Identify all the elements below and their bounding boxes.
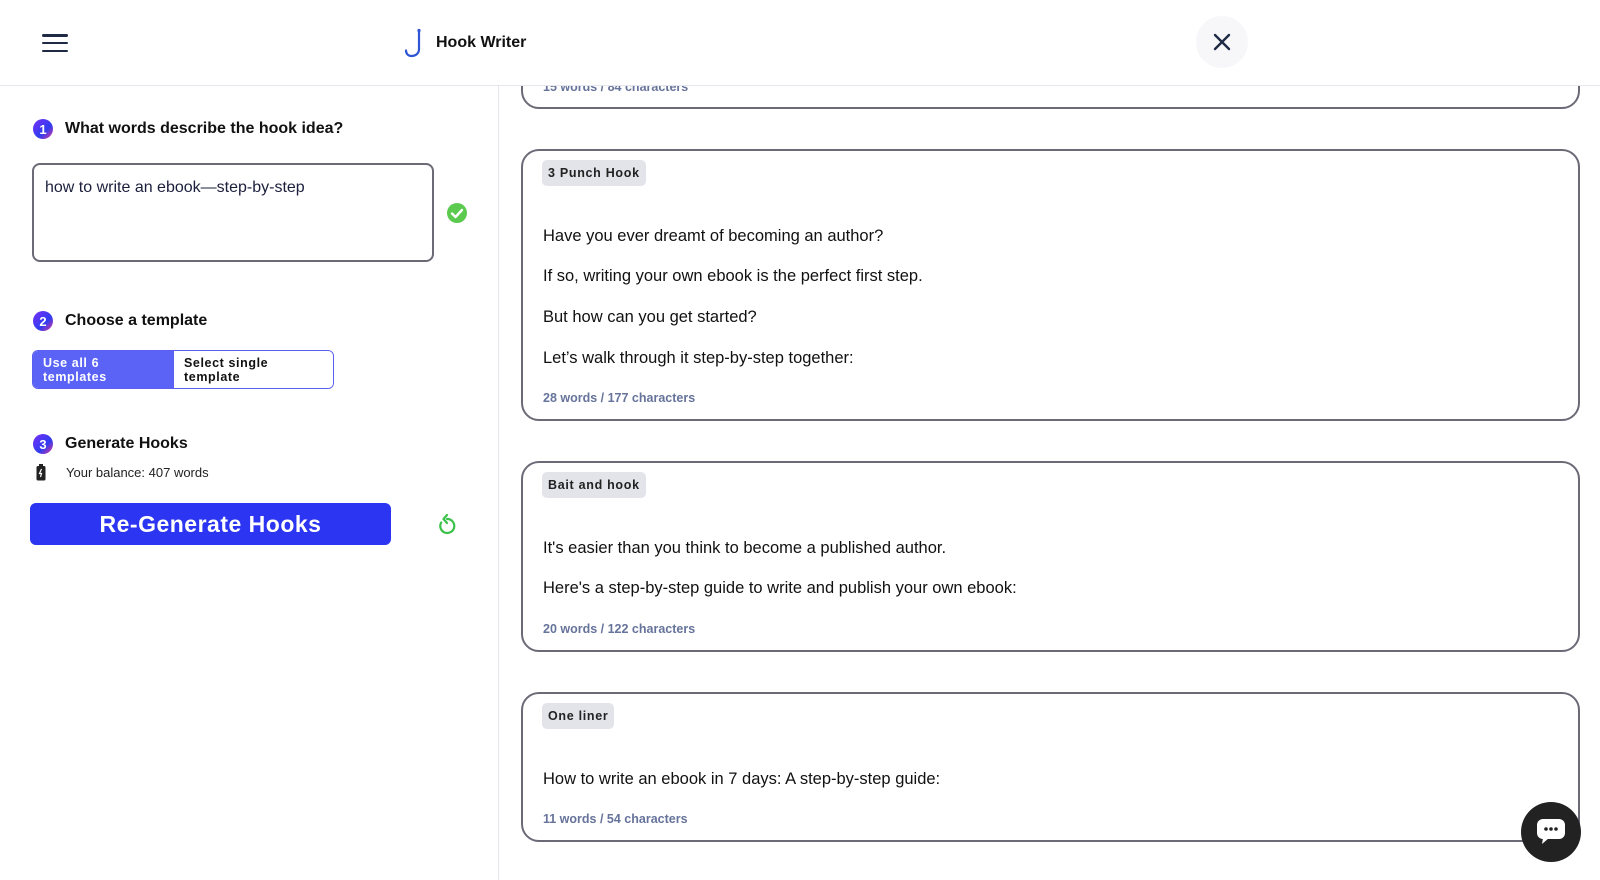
hook-card-partial: 15 words / 84 characters	[521, 86, 1580, 109]
brand: Hook Writer	[404, 28, 526, 58]
hooks-results-list[interactable]: 15 words / 84 characters 3 Punch Hook Ha…	[499, 86, 1600, 880]
hook-idea-input[interactable]: how to write an ebook—step-by-step	[32, 163, 434, 262]
chat-bubble-icon	[1537, 819, 1565, 844]
hamburger-menu-icon[interactable]	[38, 30, 72, 56]
app-title: Hook Writer	[436, 34, 527, 51]
step-number-badge: 1	[33, 119, 53, 139]
hook-line: How to write an ebook in 7 days: A step-…	[543, 770, 941, 788]
regenerate-hooks-button[interactable]: Re-Generate Hooks	[30, 503, 391, 545]
step-2-heading: 2 Choose a template	[33, 311, 207, 331]
hook-card: Bait and hook It's easier than you think…	[521, 461, 1580, 652]
word-count: 11 words / 54 characters	[543, 812, 688, 826]
use-all-templates-option[interactable]: Use all 6 templates	[33, 351, 173, 388]
word-count: 20 words / 122 characters	[543, 622, 696, 636]
step-title: What words describe the hook idea?	[65, 120, 344, 137]
step-number-badge: 2	[33, 311, 53, 331]
word-balance: Your balance: 407 words	[36, 464, 209, 481]
template-badge: One liner	[542, 703, 615, 729]
step-title: Choose a template	[65, 312, 208, 329]
hook-line: If so, writing your own ebook is the per…	[543, 267, 923, 285]
step-number-badge: 3	[33, 434, 53, 454]
step-3-heading: 3 Generate Hooks	[33, 434, 188, 454]
step-1-heading: 1 What words describe the hook idea?	[33, 119, 343, 139]
word-count: 15 words / 84 characters	[543, 86, 689, 94]
hook-line: But how can you get started?	[543, 308, 757, 326]
close-button[interactable]	[1196, 16, 1248, 68]
chat-support-button[interactable]	[1521, 802, 1581, 862]
hook-line: Here's a step-by-step guide to write and…	[543, 579, 1017, 597]
select-single-template-option[interactable]: Select single template	[173, 351, 333, 388]
hook-line: It's easier than you think to become a p…	[543, 539, 947, 557]
step-title: Generate Hooks	[65, 435, 188, 452]
battery-icon	[36, 464, 46, 481]
template-badge: 3 Punch Hook	[542, 160, 646, 186]
fishhook-icon	[404, 28, 421, 58]
template-toggle: Use all 6 templates Select single templa…	[32, 350, 334, 389]
word-count: 28 words / 177 characters	[543, 391, 696, 405]
check-circle-icon	[447, 203, 467, 223]
balance-text: Your balance: 407 words	[66, 465, 209, 480]
hook-form-panel: 1 What words describe the hook idea? how…	[0, 86, 499, 880]
template-badge: Bait and hook	[542, 472, 646, 498]
refresh-icon[interactable]	[437, 514, 457, 536]
hook-card: One liner How to write an ebook in 7 day…	[521, 692, 1580, 842]
close-icon	[1213, 33, 1231, 51]
top-bar: Hook Writer	[0, 0, 1600, 86]
hook-line: Let’s walk through it step-by-step toget…	[543, 349, 854, 367]
hook-line: Have you ever dreamt of becoming an auth…	[543, 227, 884, 245]
hook-card: 3 Punch Hook Have you ever dreamt of bec…	[521, 149, 1580, 421]
